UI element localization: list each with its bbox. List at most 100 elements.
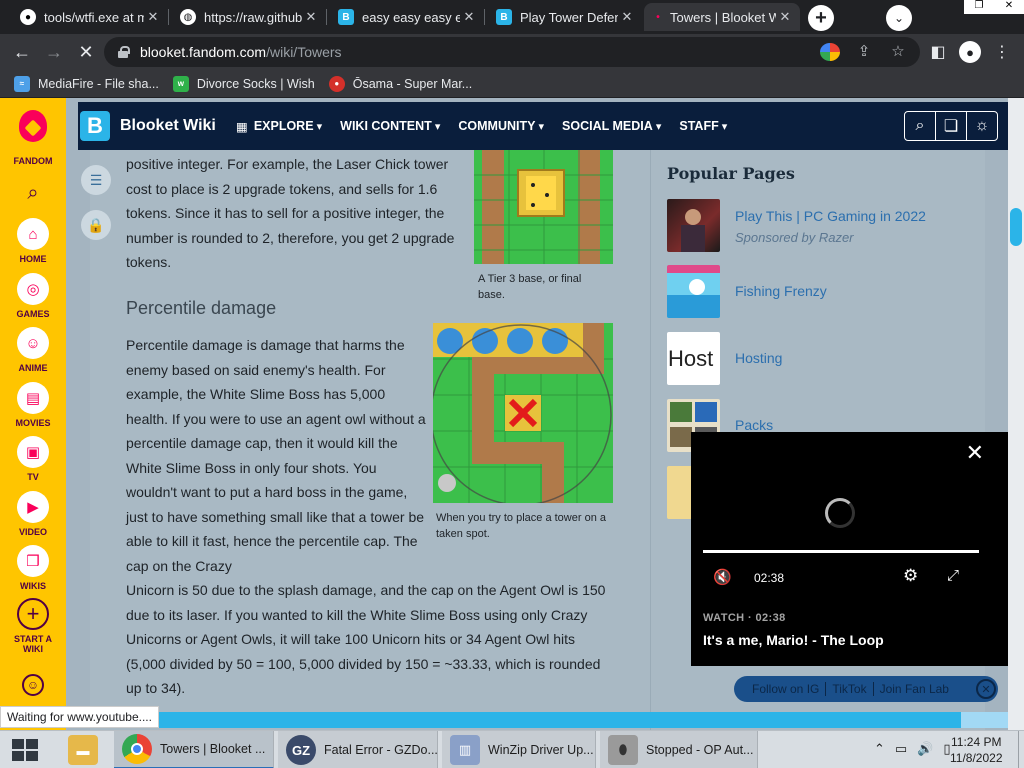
video-title[interactable]: It's a me, Mario! - The Loop: [703, 632, 884, 648]
window-controls: ❐ ✕: [964, 0, 1024, 14]
taskbar-app-label: Stopped - OP Aut...: [646, 743, 754, 757]
settings-gear-icon[interactable]: ⚙: [903, 566, 918, 586]
close-icon[interactable]: ✕: [618, 9, 636, 25]
rail-movies[interactable]: ▤ MOVIES: [0, 382, 66, 428]
bookmark-mario[interactable]: ● Ōsama - Super Mar...: [328, 75, 473, 92]
volume-icon[interactable]: 🔊: [917, 741, 933, 757]
nav-community[interactable]: COMMUNITY: [458, 119, 544, 134]
tab-title: easy easy easy ea: [362, 9, 460, 25]
nav-staff[interactable]: STAFF: [679, 119, 727, 134]
rail-wikis[interactable]: ❒ WIKIS: [0, 545, 66, 591]
bookmark-label: MediaFire - File sha...: [38, 76, 159, 91]
search-icon[interactable]: ⌕: [904, 111, 936, 141]
image-caption: When you try to place a tower on a taken…: [436, 512, 606, 540]
rail-label-video: VIDEO: [18, 527, 47, 537]
winzip-icon: ▥: [450, 735, 480, 765]
tv-icon: ▣: [17, 436, 49, 468]
show-desktop-button[interactable]: [1018, 731, 1024, 768]
follow-ig-link[interactable]: Follow on IG: [746, 682, 827, 696]
tab-easy[interactable]: B easy easy easy ea ✕: [328, 3, 484, 31]
close-icon[interactable]: ✕: [460, 9, 478, 25]
rail-video[interactable]: ▶ VIDEO: [0, 491, 66, 537]
tab-github[interactable]: ● tools/wtfi.exe at m ✕: [10, 3, 168, 31]
floating-video-player[interactable]: ✕ 🔇 02:38 ⚙ ⤢ WATCH · 02:38 It's a me, M…: [691, 432, 1008, 666]
wiki-logo[interactable]: B: [80, 111, 110, 141]
restore-icon[interactable]: ❐: [964, 0, 994, 14]
fullscreen-icon[interactable]: ⤢: [947, 567, 959, 584]
tab-towers-active[interactable]: • Towers | Blooket W ✕: [644, 3, 800, 31]
popular-item-fishing-frenzy[interactable]: Fishing Frenzy: [667, 265, 967, 318]
wiki-header: B Blooket Wiki ▦ EXPLORE WIKI CONTENT CO…: [78, 102, 1008, 150]
page-scrollbar[interactable]: [1008, 98, 1024, 730]
mouse-icon: ⬮: [608, 735, 638, 765]
nav-social-media[interactable]: SOCIAL MEDIA: [562, 119, 661, 134]
github-icon: ●: [20, 9, 36, 25]
gamepad-icon: ◎: [17, 273, 49, 305]
scrollbar-thumb[interactable]: [1010, 208, 1022, 246]
close-window-icon[interactable]: ✕: [994, 0, 1024, 14]
rail-home[interactable]: ⌂ HOME: [0, 218, 66, 264]
nav-wiki-content[interactable]: WIKI CONTENT: [340, 119, 440, 134]
new-tab-button[interactable]: +: [808, 5, 834, 31]
bookmark-mediafire[interactable]: ≈ MediaFire - File sha...: [14, 75, 159, 92]
address-bar[interactable]: blooket.fandom.com/wiki/Towers ⇪ ☆: [104, 37, 920, 67]
popular-pages-title: Popular Pages: [667, 164, 795, 183]
close-icon[interactable]: ✕: [144, 9, 162, 25]
windows-start-icon[interactable]: [12, 739, 38, 761]
toc-list-icon[interactable]: ☰: [81, 165, 111, 195]
join-fan-lab-link[interactable]: Join Fan Lab: [874, 682, 955, 696]
rail-tv[interactable]: ▣ TV: [0, 436, 66, 482]
popular-item-hosting[interactable]: Host Hosting: [667, 332, 967, 385]
mute-icon[interactable]: 🔇: [713, 568, 732, 586]
close-icon[interactable]: ✕: [776, 9, 794, 25]
forward-icon[interactable]: →: [42, 40, 66, 64]
nav-explore[interactable]: EXPLORE: [254, 119, 322, 134]
discussions-icon[interactable]: ❏: [935, 111, 967, 141]
taskbar-app-winzip[interactable]: ▥ WinZip Driver Up...: [442, 731, 596, 768]
menu-kebab-icon[interactable]: ⋮: [990, 40, 1014, 64]
close-icon[interactable]: ✕: [302, 9, 320, 25]
blooket-icon: B: [338, 9, 354, 25]
rail-label-games: GAMES: [16, 309, 50, 319]
network-icon[interactable]: ▭: [895, 741, 907, 757]
rail-label-anime: ANIME: [18, 363, 48, 373]
taskbar-app-gzdoom[interactable]: GZ Fatal Error - GZDo...: [278, 731, 438, 768]
theme-toggle-icon[interactable]: ☼: [966, 111, 998, 141]
file-explorer-button[interactable]: ▬: [60, 731, 110, 768]
taskbar-app-op-auto-clicker[interactable]: ⬮ Stopped - OP Aut...: [600, 731, 758, 768]
lock-edit-icon[interactable]: 🔒: [81, 210, 111, 240]
bookmark-wish[interactable]: w Divorce Socks | Wish: [172, 75, 315, 92]
hosting-thumbnail: Host: [667, 332, 720, 385]
fandom-global-nav: FANDOM ⌕ ⌂ HOME ◎ GAMES ☺ ANIME ▤ MOVIES…: [0, 98, 66, 730]
tiktok-link[interactable]: TikTok: [826, 682, 874, 696]
rail-games[interactable]: ◎ GAMES: [0, 273, 66, 319]
close-video-icon[interactable]: ✕: [966, 440, 984, 466]
taskbar-app-chrome[interactable]: Towers | Blooket ...: [114, 731, 274, 768]
profile-button[interactable]: ●: [958, 40, 982, 64]
bookmarks-bar: ≈ MediaFire - File sha... w Divorce Sock…: [0, 70, 1024, 98]
browser-status-text: Waiting for www.youtube....: [0, 706, 159, 728]
bookmark-label: Ōsama - Super Mar...: [352, 76, 473, 91]
rail-anime[interactable]: ☺ ANIME: [0, 327, 66, 373]
wiki-name-link[interactable]: Blooket Wiki: [120, 117, 236, 135]
rail-account[interactable]: ☺: [0, 674, 66, 696]
google-lens-icon[interactable]: [820, 43, 840, 61]
side-panel-icon[interactable]: ◧: [926, 40, 950, 64]
bookmark-star-icon[interactable]: ☆: [888, 42, 908, 61]
chevron-up-icon[interactable]: ⌃: [874, 741, 885, 757]
tab-tower-defense[interactable]: B Play Tower Defen ✕: [486, 3, 642, 31]
lock-icon[interactable]: [118, 46, 130, 58]
fandom-logo-link[interactable]: FANDOM: [0, 108, 66, 166]
tab-raw-github[interactable]: ◍ https://raw.githubu ✕: [170, 3, 326, 31]
close-fanbar-icon[interactable]: ✕: [976, 679, 996, 699]
tab-search-button[interactable]: ⌄: [886, 5, 912, 31]
rail-search[interactable]: ⌕: [0, 182, 66, 205]
popular-item-razer[interactable]: Play This | PC Gaming in 2022 Sponsored …: [667, 199, 967, 252]
back-icon[interactable]: ←: [10, 40, 34, 64]
share-icon[interactable]: ⇪: [854, 42, 874, 61]
rail-start-wiki[interactable]: + START A WIKI: [0, 598, 66, 654]
video-progress-bar[interactable]: [703, 550, 979, 553]
tab-title: Play Tower Defen: [520, 9, 618, 25]
system-clock[interactable]: 11:24 PM 11/8/2022: [950, 734, 1003, 766]
stop-icon[interactable]: ✕: [74, 40, 98, 64]
